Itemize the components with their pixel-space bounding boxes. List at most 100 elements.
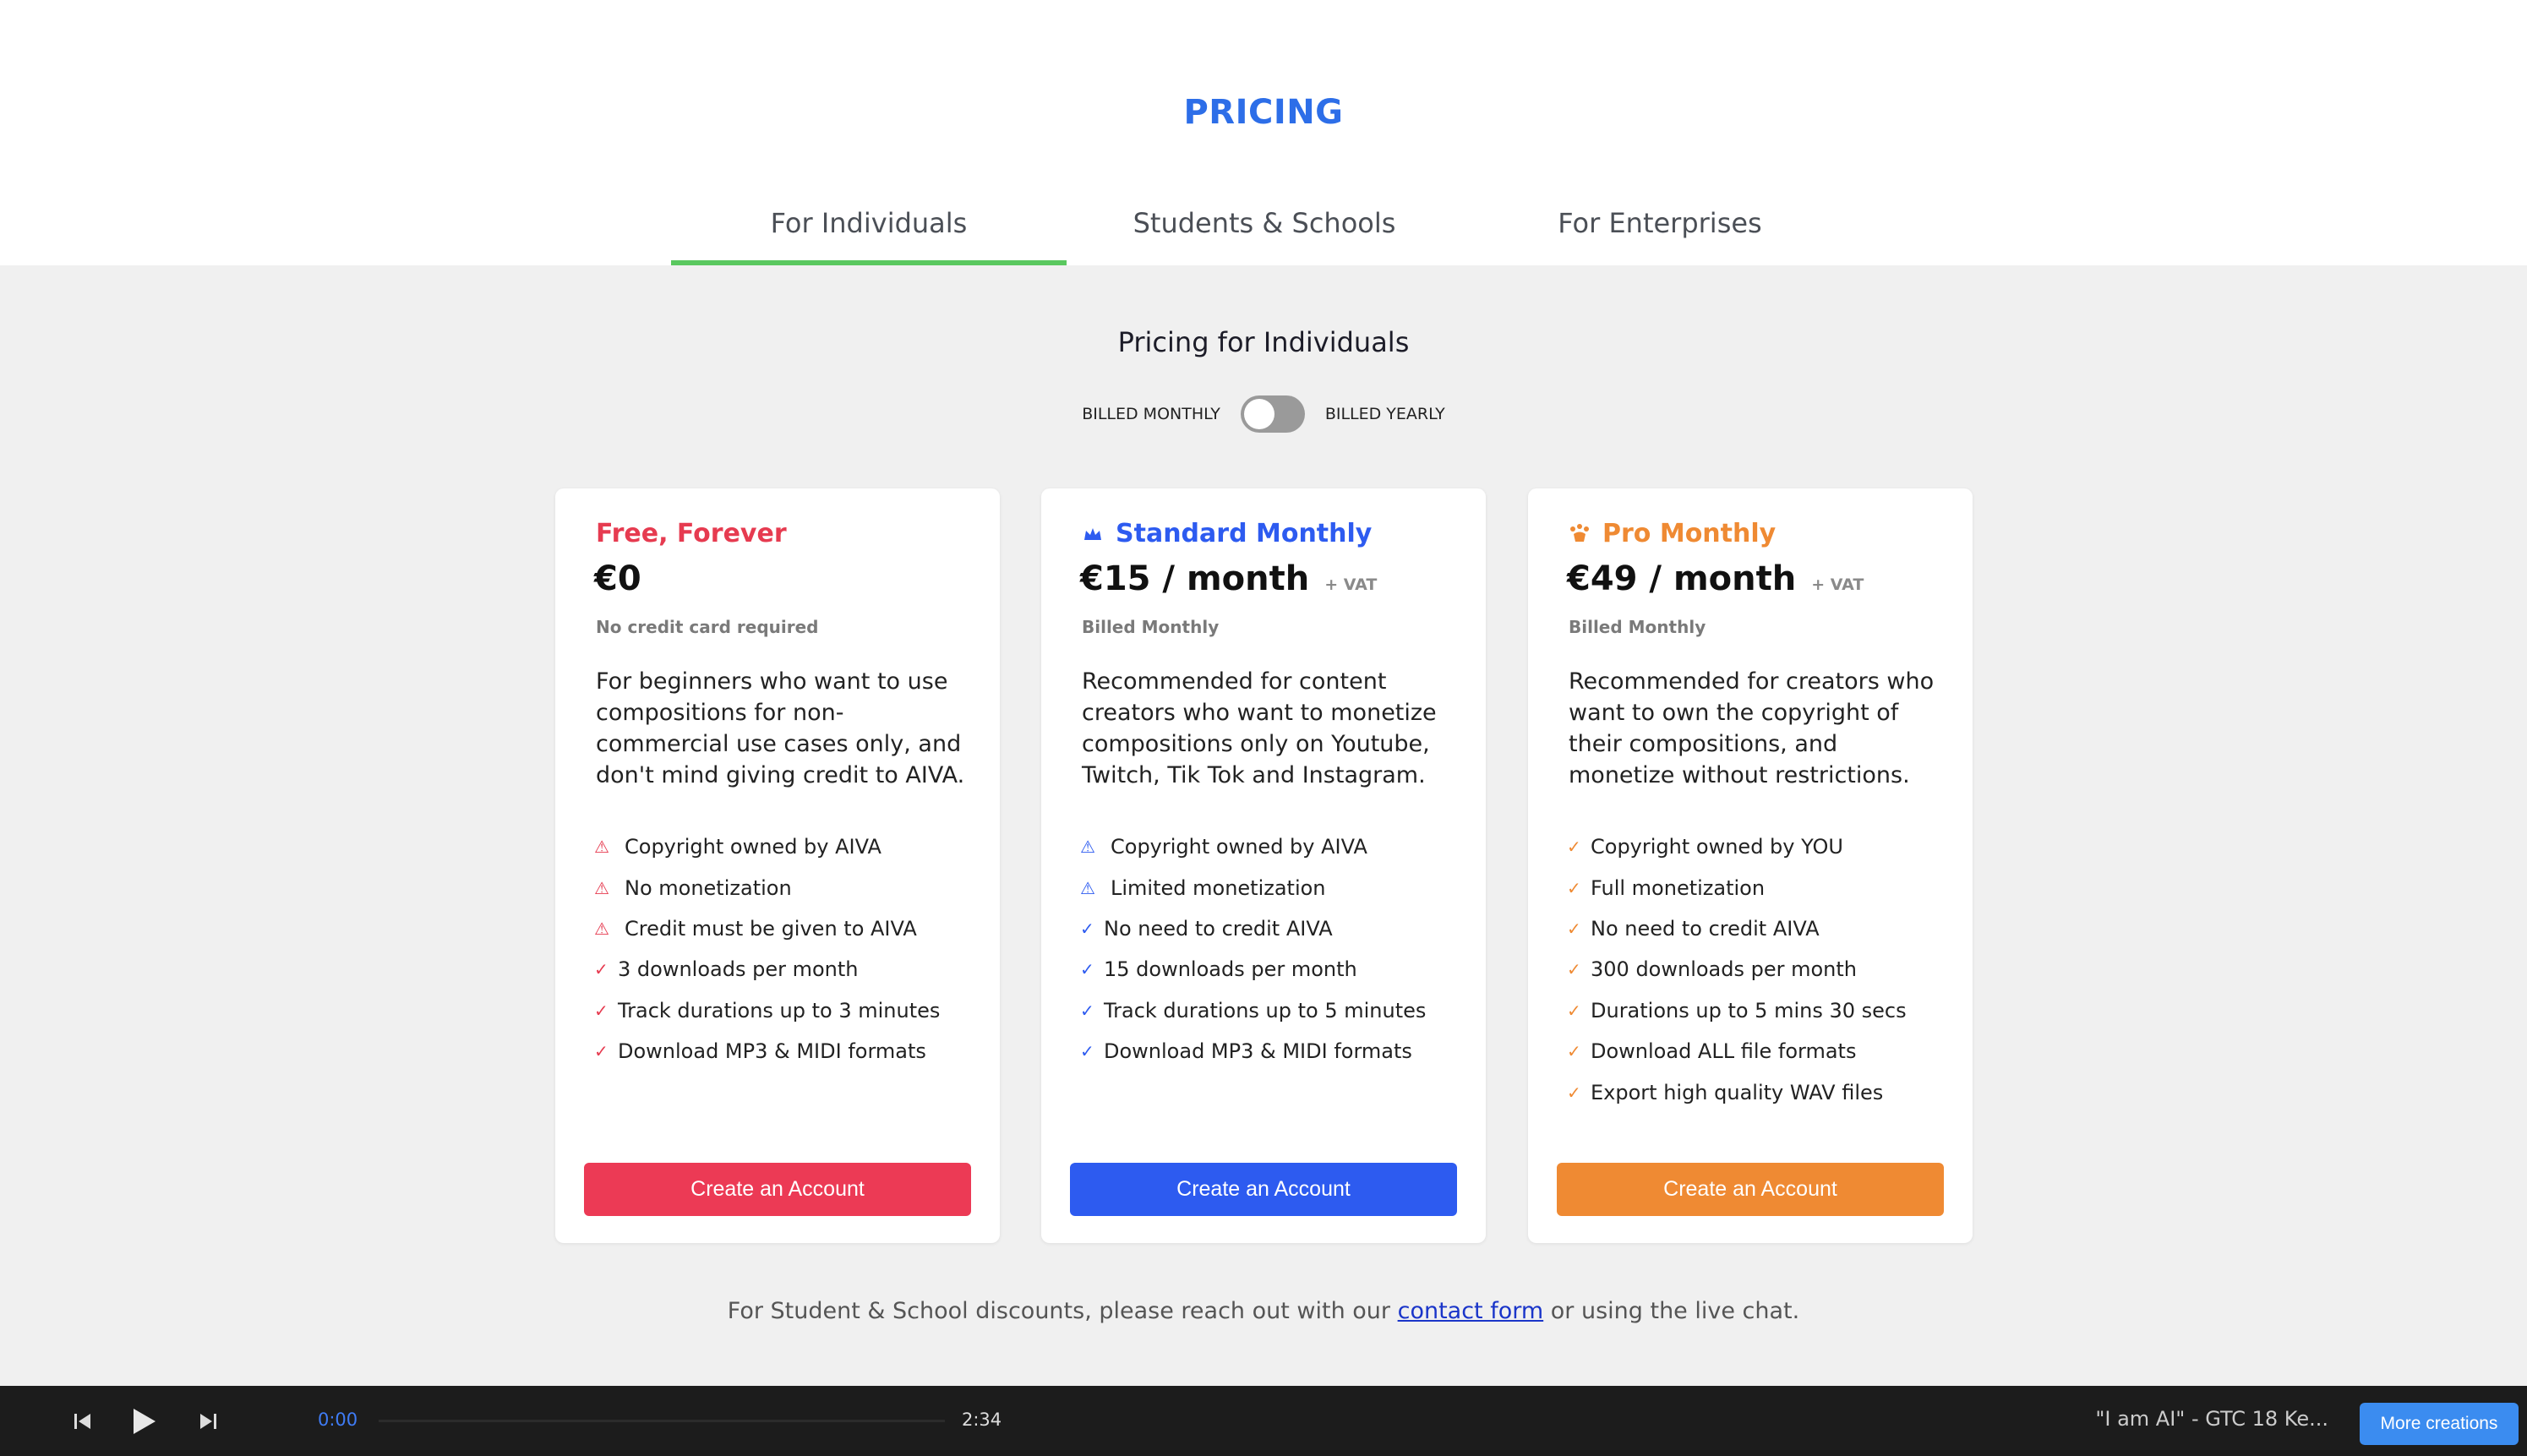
pricing-header: PRICING For Individuals Students & Schoo… [0, 0, 2527, 265]
feature-item: ✓ No need to credit AIVA [1567, 908, 1956, 949]
plan-card-pro: Pro Monthly €49 / month + VAT Billed Mont… [1528, 488, 1973, 1243]
now-playing-title: "I am AI" - GTC 18 Ke... [2095, 1407, 2328, 1431]
feature-item: ✓ Durations up to 5 mins 30 secs [1567, 990, 1956, 1031]
plan-price-value: €0 [594, 559, 641, 598]
check-icon: ✓ [1080, 1000, 1094, 1021]
tab-students-schools[interactable]: Students & Schools [1067, 186, 1462, 265]
feature-list: ✓ Copyright owned by YOU ✓ Full monetizati… [1567, 826, 1956, 1113]
check-icon: ✓ [594, 1041, 609, 1062]
feature-text: Download ALL file formats [1591, 1039, 1857, 1064]
feature-text: Limited monetization [1111, 875, 1326, 900]
paw-crown-icon [1570, 523, 1589, 542]
previous-track-button[interactable] [66, 1404, 100, 1438]
feature-text: Copyright owned by YOU [1591, 835, 1843, 859]
feature-item: ⚠ Credit must be given to AIVA [594, 908, 983, 949]
plan-description: Recommended for content creators who wan… [1082, 668, 1437, 788]
feature-text: Track durations up to 3 minutes [618, 998, 941, 1022]
next-track-button[interactable] [191, 1404, 225, 1438]
feature-item: ✓ 3 downloads per month [594, 949, 983, 990]
toggle-knob [1243, 399, 1274, 429]
feature-text: 3 downloads per month [618, 957, 859, 982]
feature-text: Credit must be given to AIVA [625, 916, 917, 941]
plan-name: Standard Monthly [1082, 519, 1372, 548]
feature-item: ✓ No need to credit AIVA [1080, 908, 1469, 949]
warning-icon: ⚠ [1080, 877, 1095, 898]
vat-label: + VAT [1324, 575, 1378, 594]
plan-name-text: Free, Forever [596, 519, 787, 548]
play-button[interactable] [127, 1404, 161, 1438]
plan-price-value: €15 / month [1080, 559, 1310, 598]
plan-billing-note: Billed Monthly [1082, 617, 1220, 637]
feature-item: ⚠ Limited monetization [1080, 867, 1469, 908]
plan-card-standard: Standard Monthly €15 / month + VAT Billed… [1041, 488, 1486, 1243]
feature-item: ✓ Full monetization [1567, 867, 1956, 908]
plan-name-text: Standard Monthly [1116, 519, 1373, 548]
tab-for-enterprises[interactable]: For Enterprises [1462, 186, 1858, 265]
feature-text: Download MP3 & MIDI formats [618, 1039, 926, 1064]
feature-text: Full monetization [1591, 875, 1766, 900]
feature-item: ⚠ No monetization [594, 867, 983, 908]
page-title: PRICING [1183, 93, 1344, 132]
plan-price: €15 / month + VAT [1080, 559, 1377, 598]
more-creations-button[interactable]: More creations [2360, 1403, 2519, 1445]
feature-item: ⚠ Copyright owned by AIVA [594, 826, 983, 867]
plan-price: €49 / month + VAT [1567, 559, 1864, 598]
check-icon: ✓ [594, 959, 609, 980]
check-icon: ✓ [1567, 1082, 1581, 1103]
contact-form-link[interactable]: contact form [1398, 1298, 1544, 1324]
discount-note-text-end: or using the live chat. [1543, 1298, 1800, 1324]
warning-icon: ⚠ [1080, 837, 1095, 858]
feature-list: ⚠ Copyright owned by AIVA ⚠ Limited moneti… [1080, 826, 1469, 1072]
feature-text: Copyright owned by AIVA [1111, 835, 1367, 859]
plan-billing-note: Billed Monthly [1569, 617, 1706, 637]
feature-text: Track durations up to 5 minutes [1104, 998, 1427, 1022]
feature-item: ✓ Download MP3 & MIDI formats [1080, 1031, 1469, 1072]
check-icon: ✓ [1567, 1000, 1581, 1021]
feature-text: No need to credit AIVA [1104, 916, 1333, 941]
billing-toggle-row: BILLED MONTHLY BILLED YEARLY [0, 394, 2527, 434]
feature-item: ✓ Download ALL file formats [1567, 1031, 1956, 1072]
warning-icon: ⚠ [594, 918, 609, 939]
feature-item: ✓ 15 downloads per month [1080, 949, 1469, 990]
feature-item: ✓ Download MP3 & MIDI formats [594, 1031, 983, 1072]
feature-text: Download MP3 & MIDI formats [1104, 1039, 1412, 1064]
check-icon: ✓ [1080, 1041, 1094, 1062]
discount-note-text: For Student & School discounts, please r… [727, 1298, 1398, 1324]
plan-description: For beginners who want to use compositio… [596, 668, 965, 788]
skip-back-icon [74, 1414, 90, 1429]
plan-name: Pro Monthly [1569, 519, 1776, 548]
check-icon: ✓ [1567, 1041, 1581, 1062]
plan-price: €0 [594, 559, 641, 598]
plan-card-free: Free, Forever €0 No credit card required… [555, 488, 1000, 1243]
create-account-button-standard[interactable]: Create an Account [1070, 1163, 1457, 1216]
feature-text: No monetization [625, 875, 792, 900]
create-account-button-pro[interactable]: Create an Account [1557, 1163, 1944, 1216]
feature-text: 300 downloads per month [1591, 957, 1858, 982]
check-icon: ✓ [1080, 918, 1094, 939]
feature-text: 15 downloads per month [1104, 957, 1357, 982]
feature-item: ⚠ Copyright owned by AIVA [1080, 826, 1469, 867]
warning-icon: ⚠ [594, 877, 609, 898]
create-account-button-free[interactable]: Create an Account [584, 1163, 971, 1216]
check-icon: ✓ [1567, 918, 1581, 939]
crown-icon [1084, 527, 1101, 540]
play-icon [134, 1409, 156, 1434]
total-time: 2:34 [962, 1410, 1002, 1430]
plan-name-text: Pro Monthly [1602, 519, 1777, 548]
billing-toggle[interactable] [1240, 395, 1305, 433]
plan-price-value: €49 / month [1567, 559, 1797, 598]
plan-description: Recommended for creators who want to own… [1569, 668, 1935, 788]
feature-item: ✓ 300 downloads per month [1567, 949, 1956, 990]
check-icon: ✓ [1567, 959, 1581, 980]
billing-monthly-label: BILLED MONTHLY [1082, 405, 1220, 423]
vat-label: + VAT [1811, 575, 1864, 594]
feature-item: ✓ Copyright owned by YOU [1567, 826, 1956, 867]
tab-for-individuals[interactable]: For Individuals [671, 186, 1067, 265]
feature-text: Export high quality WAV files [1591, 1080, 1884, 1104]
plan-name: Free, Forever [596, 519, 787, 548]
progress-bar[interactable] [379, 1420, 945, 1422]
section-title: Pricing for Individuals [1117, 326, 1410, 358]
check-icon: ✓ [1567, 877, 1581, 898]
check-icon: ✓ [1567, 837, 1581, 858]
discount-note: For Student & School discounts, please r… [0, 1298, 2527, 1324]
